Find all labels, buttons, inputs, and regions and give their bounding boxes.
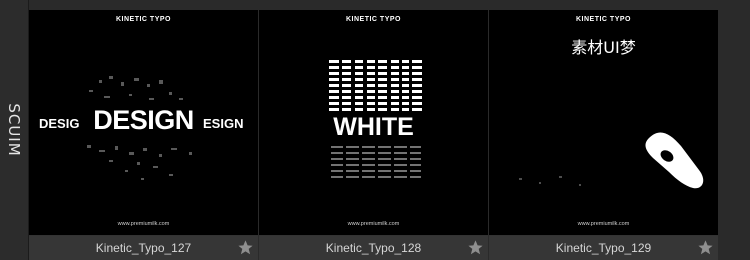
thumbnail-footer: www.premiumilk.com <box>347 221 400 227</box>
white-headline: WHITE <box>333 113 414 141</box>
card-title-bar: Kinetic_Typo_128 <box>259 236 488 260</box>
design-echo-right: ESIGN <box>203 116 244 131</box>
white-stack-graphic: WHITE <box>329 60 422 180</box>
thumbnail-footer: www.premiumilk.com <box>577 221 630 227</box>
asset-card-128[interactable]: KINETIC TYPO WHITE www.premiumilk.com Ki… <box>259 10 488 260</box>
star-icon[interactable] <box>697 239 714 256</box>
card-title: Kinetic_Typo_128 <box>325 241 422 255</box>
asset-thumbnail[interactable]: KINETIC TYPO <box>259 10 488 235</box>
thumbnail-grid: KINETIC TYPO DESIG DESIGN ESIGN www.prem… <box>29 10 750 260</box>
asset-card-127[interactable]: KINETIC TYPO DESIG DESIGN ESIGN www.prem… <box>29 10 258 260</box>
asset-thumbnail[interactable]: KINETIC TYPO 素材UI梦 www.premiumilk.com <box>489 10 718 235</box>
abstract-shape-graphic <box>519 132 704 189</box>
asset-thumbnail[interactable]: KINETIC TYPO <box>29 10 258 235</box>
asset-browser: SCUIM KINETIC TYPO DESIG DESIGN ESIGN ww… <box>0 0 750 260</box>
side-panel-tab[interactable]: SCUIM <box>0 0 29 260</box>
side-panel-tab-label: SCUIM <box>5 103 23 157</box>
star-icon[interactable] <box>237 239 254 256</box>
card-title-bar: Kinetic_Typo_127 <box>29 236 258 260</box>
card-title: Kinetic_Typo_129 <box>555 241 652 255</box>
card-title: Kinetic_Typo_127 <box>95 241 192 255</box>
thumbnail-footer: www.premiumilk.com <box>117 221 170 227</box>
asset-card-129[interactable]: KINETIC TYPO 素材UI梦 www.premiumilk.com Ki… <box>489 10 718 260</box>
card-title-bar: Kinetic_Typo_129 <box>489 236 718 260</box>
star-icon[interactable] <box>467 239 484 256</box>
